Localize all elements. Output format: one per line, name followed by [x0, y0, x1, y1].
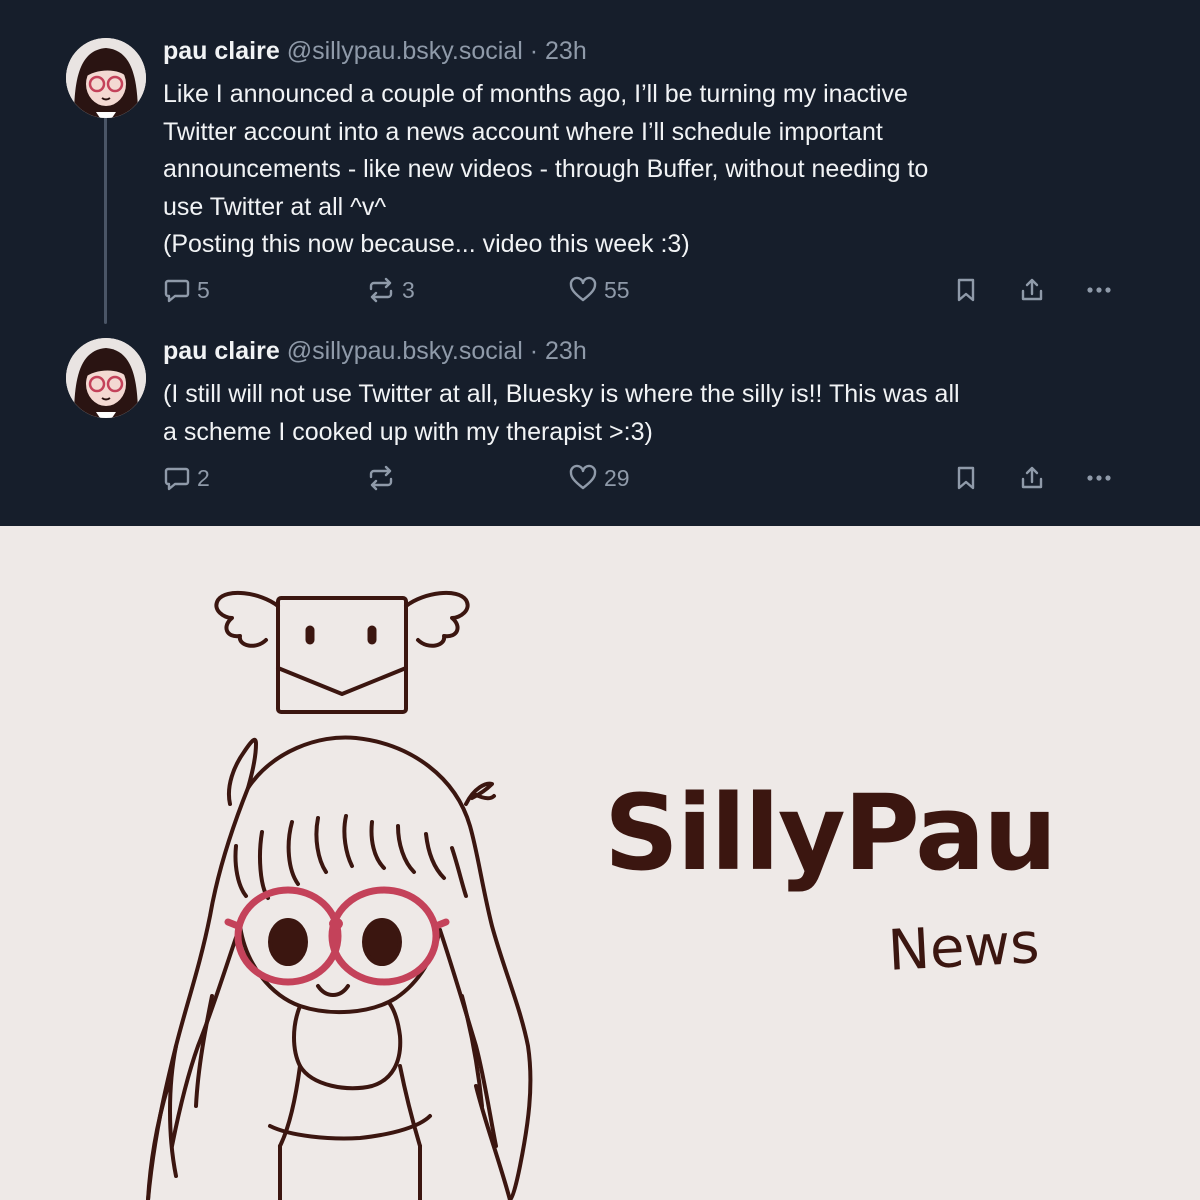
- post-text-line: announcements - like new videos - throug…: [163, 155, 929, 183]
- meta-separator: ·: [529, 337, 539, 365]
- heart-outline-icon: [568, 464, 598, 492]
- post-header: pau claire @sillypau.bsky.social · 23h: [163, 336, 587, 366]
- post-header: pau claire @sillypau.bsky.social · 23h: [163, 36, 587, 66]
- more-options-button[interactable]: [1084, 270, 1114, 310]
- winged-envelope-illustration: [214, 590, 470, 714]
- bookmark-button[interactable]: [952, 270, 980, 310]
- like-count: 55: [604, 276, 630, 303]
- repost-arrows-icon: [366, 276, 396, 304]
- post-text-line: Twitter account into a news account wher…: [163, 117, 883, 146]
- more-options-button[interactable]: [1084, 458, 1114, 498]
- post-text: (I still will not use Twitter at all, Bl…: [163, 376, 1163, 451]
- bookmark-icon: [952, 276, 980, 304]
- share-button[interactable]: [1018, 458, 1046, 498]
- logo-subtitle: News: [886, 911, 1041, 984]
- post-text-line: a scheme I cooked up with my therapist >…: [163, 417, 653, 446]
- like-button[interactable]: 55: [568, 270, 630, 310]
- repost-count: 3: [402, 276, 415, 303]
- reply-button[interactable]: 5: [163, 270, 210, 310]
- post-text-line: use Twitter at all ^v^: [163, 192, 387, 221]
- ellipsis-icon: [1084, 276, 1114, 304]
- post-text-line: (Posting this now because... video this …: [163, 230, 690, 258]
- bookmark-icon: [952, 464, 980, 492]
- logo-title: SillyPau: [604, 772, 1057, 894]
- bookmark-button[interactable]: [952, 458, 980, 498]
- post-text: Like I announced a couple of months ago,…: [163, 76, 1163, 264]
- speech-bubble-icon: [163, 276, 191, 304]
- reply-count: 5: [197, 276, 210, 303]
- avatar[interactable]: [66, 338, 146, 418]
- heart-outline-icon: [568, 276, 598, 304]
- author-handle[interactable]: @sillypau.bsky.social: [287, 37, 523, 65]
- like-button[interactable]: 29: [568, 458, 630, 498]
- attached-artwork[interactable]: SillyPau News: [0, 526, 1200, 1200]
- repost-button[interactable]: 3: [366, 270, 415, 310]
- post-timestamp[interactable]: 23h: [545, 337, 587, 365]
- reply-button[interactable]: 2: [163, 458, 210, 498]
- share-button[interactable]: [1018, 270, 1046, 310]
- share-upload-icon: [1018, 464, 1046, 492]
- post-text-line: (I still will not use Twitter at all, Bl…: [163, 380, 960, 408]
- share-upload-icon: [1018, 276, 1046, 304]
- post-timestamp[interactable]: 23h: [545, 37, 587, 65]
- author-name[interactable]: pau claire: [163, 337, 280, 365]
- author-name[interactable]: pau claire: [163, 37, 280, 65]
- repost-arrows-icon: [366, 464, 396, 492]
- post-thread: pau claire @sillypau.bsky.social · 23h L…: [0, 0, 1200, 526]
- meta-separator: ·: [529, 37, 539, 65]
- reply-count: 2: [197, 464, 210, 491]
- like-count: 29: [604, 464, 630, 491]
- speech-bubble-icon: [163, 464, 191, 492]
- repost-button[interactable]: [366, 458, 402, 498]
- post-text-line: Like I announced a couple of months ago,…: [163, 80, 908, 108]
- glasses-illustration: [224, 886, 450, 986]
- author-handle[interactable]: @sillypau.bsky.social: [287, 337, 523, 365]
- post-actions: 2 29: [0, 458, 1200, 498]
- ellipsis-icon: [1084, 464, 1114, 492]
- post-actions: 5 3 55: [0, 270, 1200, 310]
- avatar[interactable]: [66, 38, 146, 118]
